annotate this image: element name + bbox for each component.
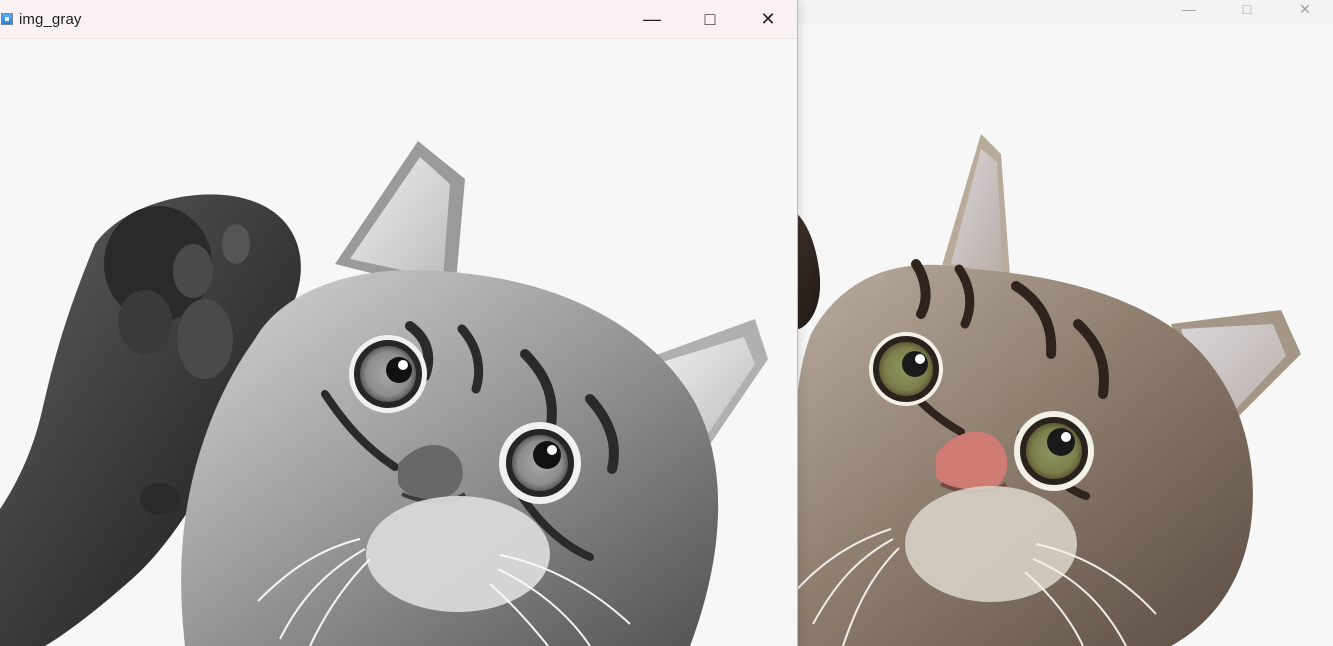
close-button[interactable]: ✕ bbox=[739, 0, 797, 38]
color-window-controls: — □ ✕ bbox=[1172, 0, 1322, 18]
gray-window-controls: — □ ✕ bbox=[623, 0, 797, 38]
close-button[interactable]: ✕ bbox=[1288, 0, 1322, 18]
color-window-titlebar[interactable]: — □ ✕ bbox=[781, 0, 1333, 24]
color-image-window[interactable]: — □ ✕ bbox=[780, 0, 1333, 646]
color-kitten-image bbox=[781, 24, 1333, 646]
minimize-icon: — bbox=[643, 8, 661, 29]
maximize-button[interactable]: □ bbox=[1230, 0, 1264, 18]
gray-window-titlebar[interactable]: img_gray — □ ✕ bbox=[0, 0, 797, 39]
maximize-button[interactable]: □ bbox=[681, 0, 739, 38]
desktop-screen: — □ ✕ img_gray — □ ✕ bbox=[0, 0, 1333, 646]
minimize-button[interactable]: — bbox=[1172, 0, 1206, 18]
gray-image-canvas bbox=[0, 39, 797, 646]
close-icon: ✕ bbox=[1299, 0, 1311, 17]
maximize-icon: □ bbox=[1242, 1, 1252, 17]
color-image-canvas bbox=[781, 24, 1333, 646]
app-window-icon bbox=[1, 13, 13, 25]
gray-image-window[interactable]: img_gray — □ ✕ bbox=[0, 0, 798, 646]
window-title: img_gray bbox=[19, 10, 82, 28]
maximize-icon: □ bbox=[704, 8, 716, 29]
close-icon: ✕ bbox=[760, 8, 776, 29]
minimize-button[interactable]: — bbox=[623, 0, 681, 38]
grayscale-kitten-image bbox=[0, 39, 797, 646]
minimize-icon: — bbox=[1182, 1, 1196, 17]
